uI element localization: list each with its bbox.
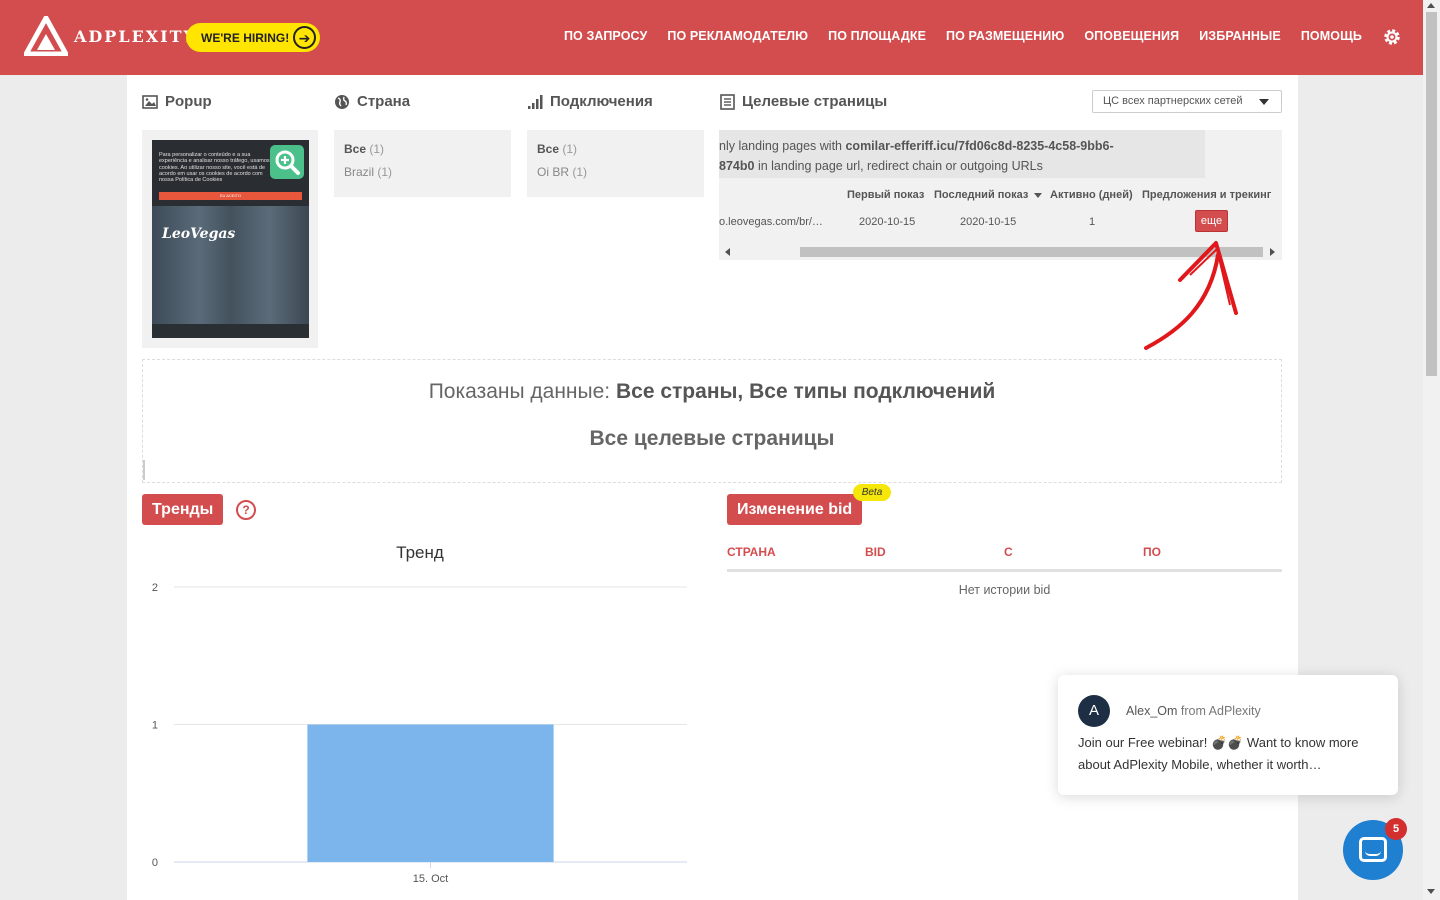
scroll-up-arrow-icon[interactable] xyxy=(1427,3,1435,8)
landing-networks-select-value: ЦС всех партнерских сетей xyxy=(1103,95,1243,107)
data-summary-box: Показаны данные: Все страны, Все типы по… xyxy=(142,359,1282,483)
chart-title: Тренд xyxy=(396,543,444,562)
landings-section-title: Целевые страницы xyxy=(720,93,887,110)
scroll-down-arrow-icon[interactable] xyxy=(1427,889,1435,894)
more-button[interactable]: еще xyxy=(1195,210,1228,232)
popup-brand-logo: LeoVegas xyxy=(162,226,236,242)
list-page-icon xyxy=(720,93,735,110)
scroll-left-arrow-icon[interactable] xyxy=(725,248,730,256)
chat-bubble-icon xyxy=(1359,837,1387,862)
top-header: ADPLEXITY WE'RE HIRING! ➔ ПО ЗАПРОСУ ПО … xyxy=(0,0,1440,75)
beta-badge: Beta xyxy=(853,484,891,501)
chart-bar[interactable] xyxy=(307,724,554,863)
popup-accept-button: EU ACEITO xyxy=(159,192,302,200)
country-brazil-option[interactable]: Brazil (1) xyxy=(344,165,501,179)
connection-filter: Все (1) Oi BR (1) xyxy=(527,130,704,197)
landing-url-cell[interactable]: o.leovegas.com/br/… xyxy=(719,216,823,228)
sort-desc-icon xyxy=(1034,192,1043,198)
popup-title-text: Popup xyxy=(165,93,212,110)
country-title-text: Страна xyxy=(357,93,411,110)
nav-favorites[interactable]: ИЗБРАННЫЕ xyxy=(1199,29,1281,43)
connections-section-title: Подключения xyxy=(527,93,653,110)
y-tick-label: 0 xyxy=(152,857,158,869)
popup-section-title: Popup xyxy=(142,93,212,110)
col-last-shown[interactable]: Последний показ xyxy=(934,189,1043,201)
nav-by-site[interactable]: ПО ПЛОЩАДКЕ xyxy=(828,29,926,43)
country-all-option[interactable]: Все (1) xyxy=(344,142,501,156)
landings-filter-note: nly landing pages with comilar-efferiff.… xyxy=(719,130,1205,178)
avatar: A xyxy=(1078,695,1110,727)
nav-by-query[interactable]: ПО ЗАПРОСУ xyxy=(564,29,647,43)
col-offers-tracking[interactable]: Предложения и трекинг xyxy=(1142,189,1271,201)
nav-by-placement[interactable]: ПО РАЗМЕЩЕНИЮ xyxy=(946,29,1064,43)
country-section-title: Страна xyxy=(334,93,410,110)
image-icon xyxy=(142,94,158,109)
chart-x-ticks: 15. Oct xyxy=(413,862,448,885)
first-shown-cell: 2020-10-15 xyxy=(859,216,916,228)
popup-screenshot[interactable]: Para personalizar o conteúdo e a sua exp… xyxy=(152,140,309,338)
arrow-right-icon: ➔ xyxy=(293,26,316,49)
landings-title-text: Целевые страницы xyxy=(742,93,888,110)
logo-triangle-icon xyxy=(24,16,68,56)
signal-bars-icon xyxy=(528,94,543,109)
col-first-shown[interactable]: Первый показ xyxy=(847,189,924,201)
nav-help[interactable]: ПОМОЩЬ xyxy=(1301,29,1362,43)
zoom-button[interactable] xyxy=(270,145,304,179)
x-tick-label: 15. Oct xyxy=(413,873,448,885)
gear-icon[interactable] xyxy=(1382,27,1402,47)
popup-preview-card: Para personalizar o conteúdo e a sua exp… xyxy=(142,130,318,348)
active-days-cell: 1 xyxy=(1089,216,1096,228)
chart-bars xyxy=(307,724,554,863)
chat-sender: Alex_Om from AdPlexity xyxy=(1126,704,1261,718)
adplexity-logo[interactable]: ADPLEXITY xyxy=(24,16,197,56)
bid-col-to[interactable]: ПО xyxy=(1143,545,1161,559)
last-shown-cell: 2020-10-15 xyxy=(960,216,1017,228)
annotation-red-arrow-icon xyxy=(1144,241,1238,350)
chat-message-text: Join our Free webinar! 💣💣 Want to know m… xyxy=(1078,735,1359,772)
popup-cookie-text: Para personalizar o conteúdo e a sua exp… xyxy=(159,152,270,184)
trend-chart: Тренд 0 1 2 15. Oct xyxy=(152,543,687,885)
landing-networks-select[interactable]: ЦС всех партнерских сетей xyxy=(1092,90,1282,113)
nav-by-advertiser[interactable]: ПО РЕКЛАМОДАТЕЛЮ xyxy=(667,29,808,43)
page-scrollbar-thumb[interactable] xyxy=(1426,12,1437,376)
hiring-button[interactable]: WE'RE HIRING! ➔ xyxy=(186,23,320,52)
country-filter: Все (1) Brazil (1) xyxy=(334,130,511,197)
filter-url-part2: 874b0 xyxy=(719,159,755,173)
bid-empty-message: Нет истории bid xyxy=(958,583,1051,597)
trends-badge: Тренды xyxy=(142,494,224,525)
chevron-down-icon xyxy=(1259,99,1269,105)
filter-url-part1: comilar-efferiff.icu/7fd06c8d-8235-4c58-… xyxy=(845,139,1114,153)
bid-col-bid[interactable]: BID xyxy=(865,545,886,559)
col-active-days[interactable]: Активно (дней) xyxy=(1050,189,1133,201)
main-nav: ПО ЗАПРОСУ ПО РЕКЛАМОДАТЕЛЮ ПО ПЛОЩАДКЕ … xyxy=(544,29,1402,43)
summary-landings: Все целевые страницы xyxy=(589,427,835,450)
scroll-right-arrow-icon[interactable] xyxy=(1270,248,1275,256)
help-icon[interactable]: ? xyxy=(236,500,256,520)
globe-icon xyxy=(335,94,349,109)
connections-title-text: Подключения xyxy=(550,93,653,110)
unread-count-badge: 5 xyxy=(1385,818,1407,840)
bid-change-badge: Изменение bid xyxy=(727,494,863,525)
bid-col-from[interactable]: С xyxy=(1004,545,1013,559)
bid-col-country[interactable]: СТРАНА xyxy=(727,545,776,559)
connection-all-option[interactable]: Все (1) xyxy=(537,142,694,156)
logo-text: ADPLEXITY xyxy=(74,26,197,46)
connection-oibr-option[interactable]: Oi BR (1) xyxy=(537,165,694,179)
summary-selection: Показаны данные: Все страны, Все типы по… xyxy=(428,380,996,403)
nav-alerts[interactable]: ОПОВЕЩЕНИЯ xyxy=(1084,29,1179,43)
y-tick-label: 2 xyxy=(152,582,158,594)
chat-message-card[interactable]: A Alex_Om from AdPlexity Join our Free w… xyxy=(1058,675,1398,795)
hiring-label: WE'RE HIRING! xyxy=(201,30,290,45)
y-tick-label: 1 xyxy=(152,720,158,732)
magnifier-plus-icon xyxy=(275,150,300,175)
